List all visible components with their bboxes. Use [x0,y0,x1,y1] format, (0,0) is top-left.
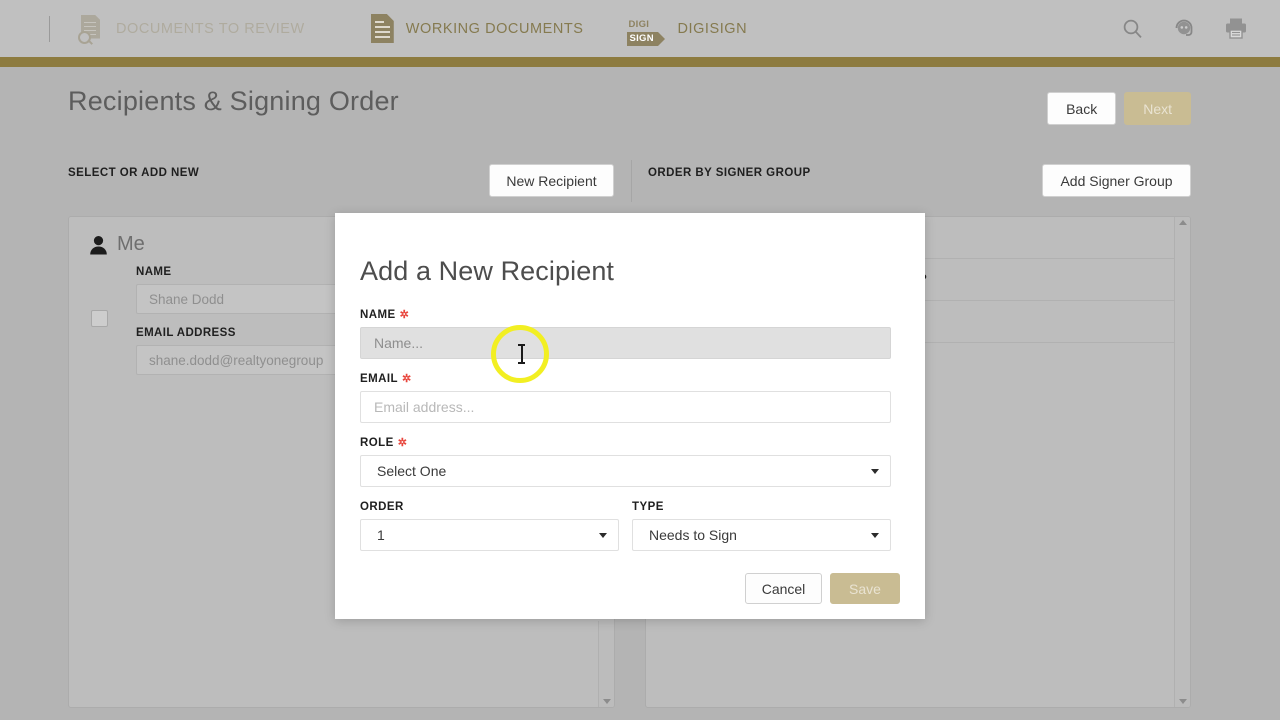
role-select[interactable]: Select One [360,455,891,487]
order-by-signer-group-label: ORDER BY SIGNER GROUP [648,167,811,179]
type-select[interactable]: Needs to Sign [632,519,891,551]
back-button[interactable]: Back [1047,92,1117,125]
order-field: ORDER 1 [360,501,619,551]
name-label-text: NAME [360,309,396,321]
nav-right-actions [1122,17,1248,41]
email-label-text: EMAIL [360,373,399,385]
nav-label-digisign: DIGISIGN [677,20,748,37]
left-panel-scrollbar[interactable] [598,621,614,707]
order-label-text: ORDER [360,501,404,513]
chevron-down-icon [871,469,879,474]
header-actions: Back Next [1047,92,1191,125]
dialog-title: Add a New Recipient [360,256,615,286]
save-button[interactable]: Save [830,573,900,604]
next-button[interactable]: Next [1124,92,1191,125]
name-field-label: NAME ✲ [360,309,891,321]
type-label-text: TYPE [632,501,664,513]
type-field-label: TYPE [632,501,891,513]
nav-label-working-documents: WORKING DOCUMENTS [405,20,584,37]
role-select-value: Select One [377,463,447,479]
order-select[interactable]: 1 [360,519,619,551]
scroll-up-arrow-icon[interactable] [1178,220,1187,225]
app-root: DOCUMENTS TO REVIEW WORKING DOCUMENTS DI… [0,0,1280,720]
document-icon [370,14,394,43]
chevron-down-icon [599,533,607,538]
add-recipient-dialog: Add a New Recipient NAME ✲ EMAIL ✲ ROLE … [335,213,925,619]
support-agent-icon[interactable] [1172,17,1196,41]
recipient-checkbox[interactable] [91,310,108,327]
order-field-label: ORDER [360,501,619,513]
digisign-logo-badge: SIGN [627,31,666,46]
role-label-text: ROLE [360,437,394,449]
column-divider [631,160,632,202]
person-icon [90,235,107,254]
search-icon[interactable] [1122,18,1144,40]
required-marker-icon: ✲ [399,308,410,321]
right-panel-scrollbar[interactable] [1174,217,1190,707]
type-select-value: Needs to Sign [649,527,737,543]
nav-divider [49,15,50,42]
nav-label-documents-to-review: DOCUMENTS TO REVIEW [116,20,305,37]
email-field-label: EMAIL ✲ [360,373,891,385]
nav-item-documents-to-review[interactable]: DOCUMENTS TO REVIEW [78,14,305,44]
digisign-logo-icon: DIGI SIGN [627,14,666,46]
cancel-button[interactable]: Cancel [745,573,822,604]
order-select-value: 1 [377,527,385,543]
order-type-row: ORDER 1 TYPE Needs to Sign [360,501,891,551]
nav-item-digisign[interactable]: DIGI SIGN DIGISIGN [627,14,748,46]
required-marker-icon: ✲ [397,436,408,449]
email-input[interactable] [360,391,891,423]
type-field: TYPE Needs to Sign [632,501,891,551]
add-signer-group-button[interactable]: Add Signer Group [1042,164,1191,197]
name-input[interactable] [360,327,891,359]
scroll-down-arrow-icon[interactable] [602,699,611,704]
dialog-form: NAME ✲ EMAIL ✲ ROLE ✲ Select One [335,287,925,551]
recipient-group-title: Me [117,233,145,255]
role-field-label: ROLE ✲ [360,437,891,449]
document-search-icon [78,14,104,44]
new-recipient-button[interactable]: New Recipient [489,164,614,197]
scroll-down-arrow-icon[interactable] [1178,699,1187,704]
accent-bar [0,57,1280,67]
required-marker-icon: ✲ [402,372,412,385]
digisign-logo-top: DIGI [628,18,650,30]
chevron-down-icon [871,533,879,538]
dialog-actions: Cancel Save [335,551,925,604]
top-navigation-bar: DOCUMENTS TO REVIEW WORKING DOCUMENTS DI… [0,0,1280,57]
printer-icon[interactable] [1224,17,1248,40]
select-or-add-new-label: SELECT OR ADD NEW [68,167,200,179]
nav-item-working-documents[interactable]: WORKING DOCUMENTS [370,14,584,43]
page-title: Recipients & Signing Order [68,86,399,116]
